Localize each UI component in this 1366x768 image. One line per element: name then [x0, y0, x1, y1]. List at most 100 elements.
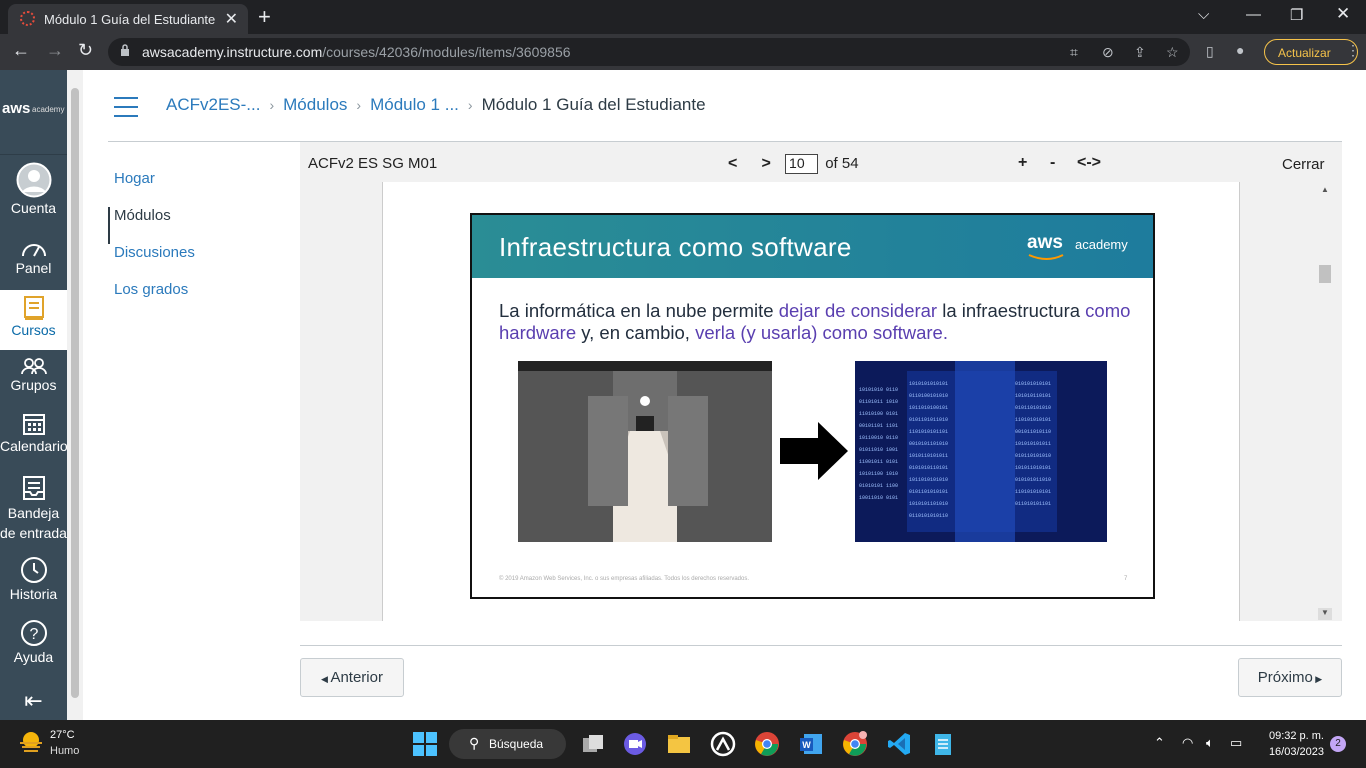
- slide: Infraestructura como software aws academ…: [470, 213, 1155, 599]
- slide-title: Infraestructura como software: [499, 232, 852, 262]
- collapse-nav-icon[interactable]: ⇤: [0, 688, 67, 714]
- slide-academy-label: academy: [1075, 237, 1128, 252]
- menu-kebab-icon[interactable]: ⋮: [1346, 42, 1360, 59]
- global-nav-inbox[interactable]: Bandeja de entrada: [0, 475, 67, 545]
- global-nav-history[interactable]: Historia: [0, 556, 67, 606]
- address-bar[interactable]: awsacademy.instructure.com/courses/42036…: [108, 38, 1190, 66]
- next-button[interactable]: Próximo ▶: [1238, 658, 1342, 697]
- taskbar-search[interactable]: ⚲ Búsqueda: [449, 729, 566, 759]
- task-view-icon[interactable]: [580, 731, 606, 757]
- course-nav-grades[interactable]: Los grados: [108, 281, 288, 318]
- hide-icon[interactable]: ⊘: [1102, 44, 1114, 61]
- taskbar-clock[interactable]: 09:32 p. m. 16/03/2023: [1258, 728, 1324, 760]
- svg-text:10101010 0110: 10101010 0110: [859, 387, 898, 393]
- lock-icon: [121, 44, 129, 56]
- file-explorer-icon[interactable]: [666, 731, 692, 757]
- svg-text:0101010110101: 0101010110101: [909, 465, 948, 471]
- minimize-icon[interactable]: —: [1246, 6, 1261, 23]
- aws-academy-logo[interactable]: aws academy: [0, 70, 67, 155]
- global-nav-help[interactable]: ? Ayuda: [0, 619, 67, 669]
- courses-icon: [23, 296, 44, 320]
- svg-text:01101011 1010: 01101011 1010: [859, 399, 898, 405]
- chrome-profile-icon[interactable]: [842, 731, 868, 757]
- volume-icon[interactable]: 🔈︎: [1206, 735, 1214, 751]
- vscode-icon[interactable]: [886, 731, 912, 757]
- app-circle-icon[interactable]: [710, 731, 736, 757]
- breadcrumb-course[interactable]: ACFv2ES-...: [166, 95, 260, 114]
- footer-divider: [300, 645, 1342, 646]
- viewer-scrollbar[interactable]: ▲ ▼: [1316, 182, 1334, 621]
- side-panel-icon[interactable]: ▯: [1206, 43, 1214, 60]
- nav-scrollbar[interactable]: [67, 70, 83, 720]
- zoom-out-button[interactable]: -: [1050, 154, 1055, 172]
- global-nav-dashboard[interactable]: Panel: [0, 238, 67, 284]
- scroll-up-icon[interactable]: ▲: [1321, 185, 1329, 194]
- weather-widget[interactable]: 27°C Humo: [18, 729, 79, 760]
- update-button[interactable]: Actualizar: [1264, 39, 1358, 65]
- back-icon[interactable]: ←: [12, 40, 30, 61]
- course-menu-toggle-icon[interactable]: [114, 97, 138, 124]
- svg-text:?: ?: [29, 626, 38, 643]
- svg-text:011010101101: 011010101101: [1015, 501, 1051, 507]
- global-nav-account[interactable]: Cuenta: [0, 162, 67, 222]
- profile-avatar-icon[interactable]: ●: [1236, 42, 1244, 58]
- close-tab-icon[interactable]: ✕: [225, 9, 238, 29]
- page-number-input[interactable]: 10: [785, 154, 819, 174]
- svg-text:10011010 0101: 10011010 0101: [859, 495, 898, 501]
- breadcrumb-separator-icon: ›: [356, 97, 362, 113]
- svg-text:1010110101011: 1010110101011: [909, 453, 948, 459]
- svg-text:0101101011010: 0101101011010: [909, 417, 948, 423]
- wifi-icon[interactable]: ◠: [1182, 735, 1193, 751]
- chrome-icon[interactable]: [754, 731, 780, 757]
- global-nav-courses[interactable]: Cursos: [0, 290, 67, 350]
- new-tab-icon[interactable]: +: [258, 4, 271, 30]
- haze-sun-icon: [20, 732, 42, 752]
- breadcrumb-separator-icon: ›: [467, 97, 473, 113]
- zoom-in-button[interactable]: +: [1018, 154, 1027, 172]
- svg-text:1011010101010: 1011010101010: [909, 477, 948, 483]
- chat-icon[interactable]: [622, 731, 648, 757]
- svg-text:001011010110: 001011010110: [1015, 429, 1051, 435]
- tray-chevron-icon[interactable]: ⌃: [1154, 735, 1165, 751]
- bookmark-star-icon[interactable]: ☆: [1166, 44, 1179, 61]
- breadcrumb-module[interactable]: Módulo 1 ...: [370, 95, 459, 114]
- maximize-icon[interactable]: ❐: [1290, 6, 1303, 24]
- windows-start-icon[interactable]: [412, 731, 438, 757]
- svg-text:10110010 0110: 10110010 0110: [859, 435, 898, 441]
- tab-search-chevron-icon[interactable]: ⌵: [1198, 6, 1209, 23]
- svg-text:10101100 1010: 10101100 1010: [859, 471, 898, 477]
- notification-badge[interactable]: 2: [1330, 736, 1346, 752]
- svg-text:101010101011: 101010101011: [1015, 441, 1051, 447]
- course-nav-home[interactable]: Hogar: [108, 170, 288, 207]
- close-viewer-button[interactable]: Cerrar: [1282, 156, 1325, 173]
- browser-tab[interactable]: Módulo 1 Guía del Estudiante ✕: [8, 4, 248, 34]
- nav-scrollbar-thumb[interactable]: [71, 88, 79, 698]
- share-icon[interactable]: ⇪: [1134, 44, 1146, 61]
- viewer-scrollbar-thumb[interactable]: [1319, 265, 1331, 283]
- svg-text:110101010101: 110101010101: [1015, 417, 1051, 423]
- reload-icon[interactable]: ↻: [78, 40, 93, 61]
- global-nav-groups[interactable]: Grupos: [0, 357, 67, 401]
- notepad-icon[interactable]: [930, 731, 956, 757]
- svg-text:010101010101: 010101010101: [1015, 381, 1051, 387]
- scroll-down-icon[interactable]: ▼: [1318, 608, 1332, 620]
- global-nav-calendar[interactable]: Calendario: [0, 412, 68, 462]
- previous-button[interactable]: ◀ Anterior: [300, 658, 404, 697]
- course-nav-modules[interactable]: Módulos: [108, 207, 288, 244]
- translate-icon[interactable]: ⌗: [1070, 44, 1078, 61]
- svg-text:0110100101010: 0110100101010: [909, 393, 948, 399]
- word-icon[interactable]: W: [798, 731, 824, 757]
- svg-text:010110101010: 010110101010: [1015, 405, 1051, 411]
- account-icon: [16, 162, 51, 198]
- global-nav: aws academy Cuenta Panel Cursos Grupos C…: [0, 70, 68, 720]
- battery-icon[interactable]: ▭: [1230, 735, 1242, 751]
- fit-width-button[interactable]: <->: [1077, 154, 1101, 172]
- next-page-button[interactable]: >: [762, 155, 771, 172]
- previous-page-button[interactable]: <: [728, 155, 737, 172]
- breadcrumb-modules[interactable]: Módulos: [283, 95, 347, 114]
- close-window-icon[interactable]: ✕: [1336, 4, 1350, 24]
- course-nav-discussions[interactable]: Discusiones: [108, 244, 288, 281]
- document-viewer-toolbar: ACFv2 ES SG M01 < > 10 of 54 + - <-> Cer…: [300, 142, 1342, 182]
- search-icon: ⚲: [469, 735, 480, 751]
- forward-icon[interactable]: →: [46, 40, 64, 61]
